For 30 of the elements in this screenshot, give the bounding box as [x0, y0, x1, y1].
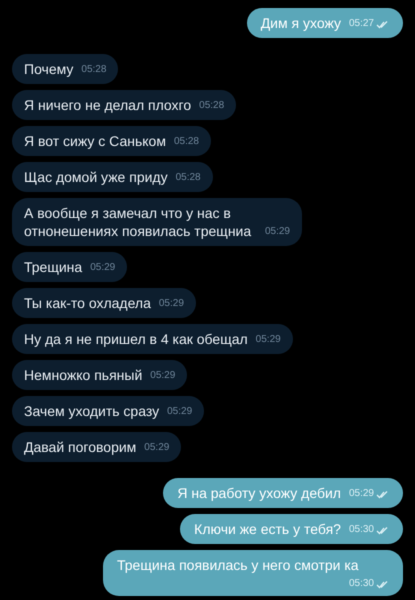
message-time: 05:28 — [176, 172, 201, 184]
message-time: 05:28 — [174, 136, 199, 148]
message-time: 05:30 — [348, 524, 374, 536]
message-text: А вообще я замечал что у нас в отнонешениях появилась трещниа — [24, 205, 252, 239]
message-time: 05:29 — [348, 488, 374, 500]
message-text: Трещина — [24, 259, 82, 275]
message-time: 05:29 — [150, 370, 176, 382]
message-text: Ну да я не пришел в 4 как обещал — [24, 331, 248, 347]
message-time: 05:28 — [81, 64, 106, 76]
message-time: 05:29 — [144, 442, 170, 454]
message-text: Давай поговорим — [24, 439, 136, 455]
message-time: 05:27 — [348, 18, 374, 30]
message-time: 05:29 — [264, 226, 290, 238]
message-time: 05:29 — [256, 334, 281, 346]
message-text: Щас домой уже приду — [24, 169, 168, 185]
message-text: Я ничего не делал плохго — [24, 97, 192, 113]
message-text: Ты как-то охладела — [24, 295, 151, 311]
message-text: Я вот сижу с Саньком — [24, 133, 166, 149]
message-time: 05:29 — [167, 406, 192, 418]
message-text: Немножко пьяный — [24, 367, 142, 383]
message-time: 05:28 — [199, 100, 224, 112]
message-text: Почему — [24, 61, 74, 77]
message-text: Дим я ухожу — [260, 15, 341, 31]
message-text: Зачем уходить сразу — [24, 403, 160, 419]
message-time: 05:29 — [158, 298, 184, 310]
message-text: Ключи же есть у тебя? — [194, 521, 341, 537]
message-text: Я на работу ухожу дебил — [177, 485, 341, 501]
message-time: 05:29 — [90, 262, 116, 274]
message-time: 05:30 — [348, 578, 374, 590]
message-text: Трещина появилась у него смотри ка — [117, 557, 359, 573]
